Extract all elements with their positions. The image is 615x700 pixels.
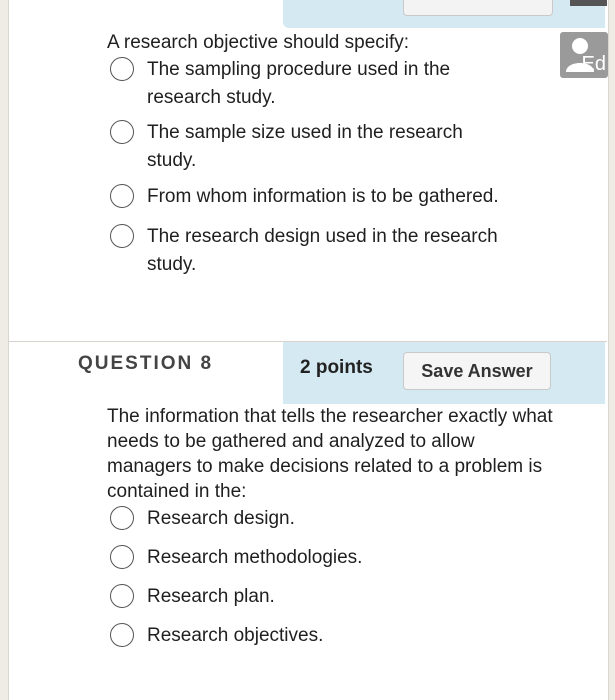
question-8-option-2[interactable]: Research methodologies. [110,544,550,572]
question-7-option-2[interactable]: The sample size used in the research stu… [110,119,550,175]
option-label: The sample size used in the research stu… [147,122,463,171]
question-8-label: QUESTION 8 [78,353,214,374]
radio-button[interactable] [110,584,134,608]
option-label: Research design. [147,508,295,529]
save-answer-button-previous[interactable] [403,0,553,16]
question-7-option-4[interactable]: The research design used in the research… [110,223,550,279]
option-label: The research design used in the research… [147,226,498,275]
question-7-option-1[interactable]: The sampling procedure used in the resea… [110,56,550,112]
radio-button[interactable] [110,506,134,530]
radio-button[interactable] [110,545,134,569]
question-7-prompt: A research objective should specify: [107,32,410,53]
radio-button[interactable] [110,224,134,248]
question-8-prompt: The information that tells the researche… [107,406,553,502]
radio-button[interactable] [110,120,134,144]
question-8-option-4[interactable]: Research objectives. [110,622,550,650]
question-7-option-3[interactable]: From whom information is to be gathered. [110,183,550,211]
header-edge [570,0,607,6]
question-8-option-3[interactable]: Research plan. [110,583,550,611]
option-label: Research plan. [147,586,275,607]
radio-button[interactable] [110,623,134,647]
option-label: The sampling procedure used in the resea… [147,59,451,108]
option-label: From whom information is to be gathered. [147,186,499,207]
points-value: 2 points [300,357,373,378]
avatar-initials: Ed [581,53,606,75]
save-answer-button[interactable]: Save Answer [403,352,551,390]
option-label: Research objectives. [147,625,324,646]
option-label: Research methodologies. [147,547,363,568]
question-8-option-1[interactable]: Research design. [110,505,550,533]
radio-button[interactable] [110,57,134,81]
radio-button[interactable] [110,184,134,208]
avatar[interactable]: Ed [560,32,608,78]
